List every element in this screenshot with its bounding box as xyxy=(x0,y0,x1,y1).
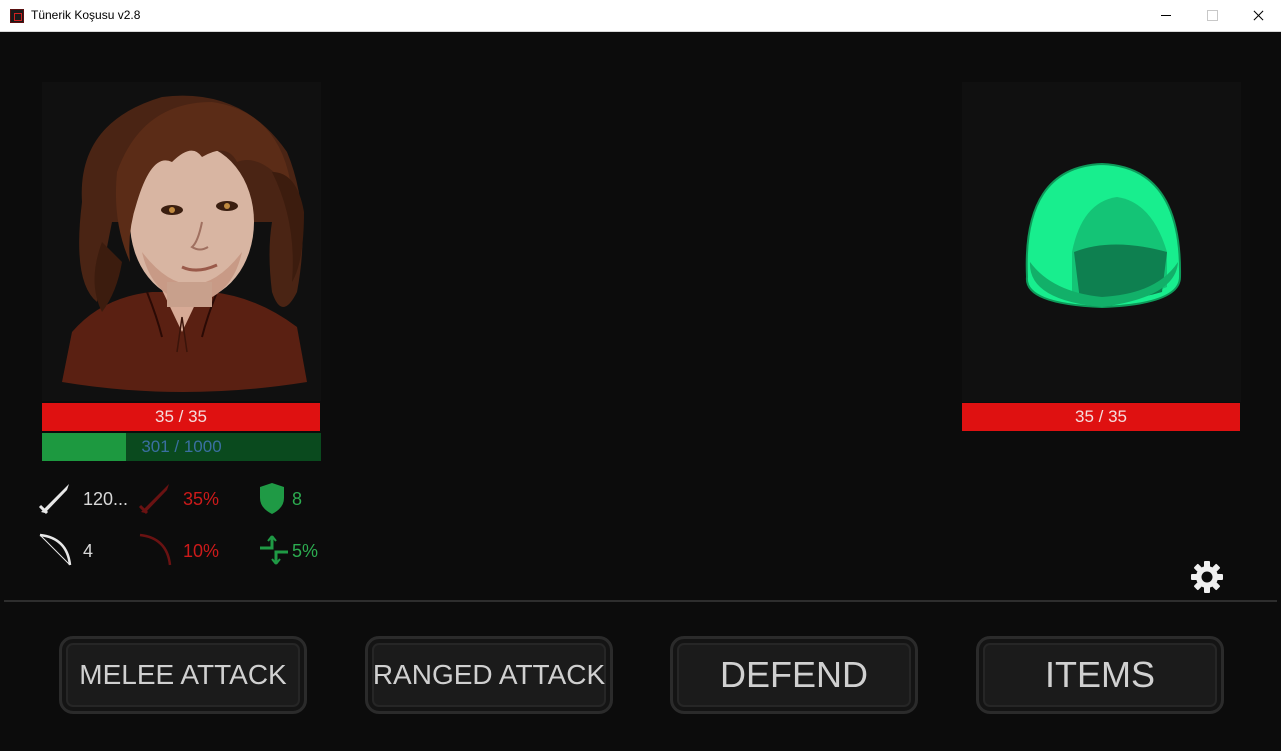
maximize-button[interactable] xyxy=(1189,0,1235,31)
hero-portrait-image xyxy=(62,95,307,392)
ranged-damage-value: 4 xyxy=(83,541,94,561)
enemy-hp-text: 35 / 35 xyxy=(1075,407,1127,426)
items-label: ITEMS xyxy=(1044,654,1155,695)
melee-crit-value: 35% xyxy=(183,489,220,509)
crit-sword-icon xyxy=(138,484,169,515)
defend-button[interactable]: DEFEND xyxy=(670,636,918,714)
close-window-button[interactable] xyxy=(1235,0,1281,31)
ranged-crit-value: 10% xyxy=(183,541,220,561)
hero-portrait xyxy=(42,82,321,401)
slime-image xyxy=(1025,162,1182,309)
sword-icon xyxy=(38,484,69,515)
defend-label: DEFEND xyxy=(719,654,868,695)
melee-attack-label: MELEE ATTACK xyxy=(79,659,287,690)
ranged-attack-button[interactable]: RANGED ATTACK xyxy=(365,636,613,714)
enemy-hp-bar: 35 / 35 xyxy=(962,403,1240,431)
dodge-arrows-icon xyxy=(260,535,288,565)
hero-xp-bar: 301 / 1000 xyxy=(42,433,321,461)
dodge-value: 5% xyxy=(292,541,319,561)
window-title: Tünerik Koşusu v2.8 xyxy=(31,8,141,22)
hero-hp-text: 35 / 35 xyxy=(155,407,207,426)
ranged-attack-label: RANGED ATTACK xyxy=(372,659,606,690)
app-icon xyxy=(10,9,24,23)
hero-xp-text: 301 / 1000 xyxy=(141,437,222,456)
shield-icon xyxy=(260,483,284,514)
items-button[interactable]: ITEMS xyxy=(976,636,1224,714)
crit-bow-icon xyxy=(139,533,172,566)
armor-value: 8 xyxy=(292,489,303,509)
action-bar-divider xyxy=(4,600,1277,602)
melee-damage-value: 120... xyxy=(83,489,129,509)
enemy-portrait xyxy=(962,82,1241,402)
gear-icon[interactable] xyxy=(1190,560,1224,594)
minimize-button[interactable] xyxy=(1143,0,1189,31)
bow-icon xyxy=(39,533,72,566)
melee-attack-button[interactable]: MELEE ATTACK xyxy=(59,636,307,714)
hero-hp-bar: 35 / 35 xyxy=(42,403,320,431)
window-titlebar: Tünerik Koşusu v2.8 xyxy=(0,0,1281,32)
